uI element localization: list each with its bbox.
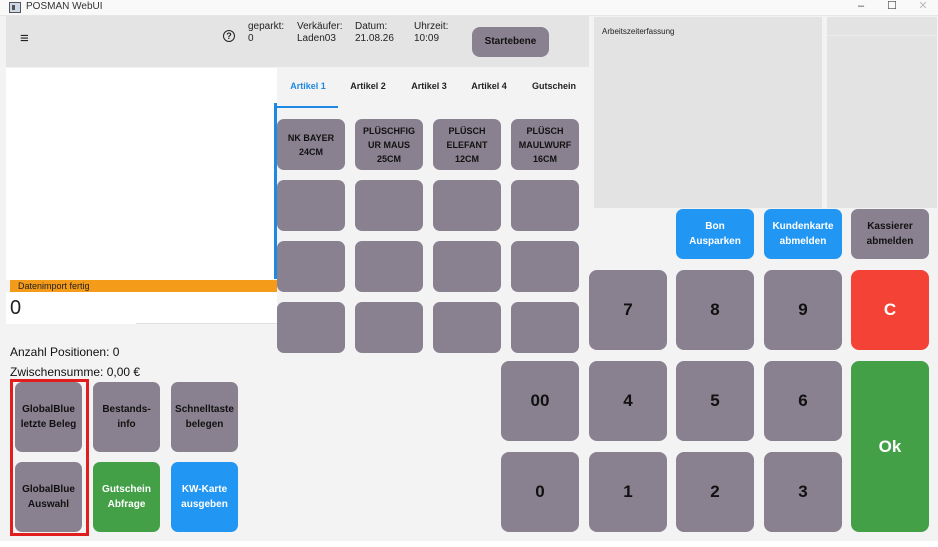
numpad-ok-button[interactable]: Ok: [851, 361, 929, 532]
article-button-empty[interactable]: [511, 241, 579, 292]
tab-artikel-3[interactable]: Artikel 3: [406, 81, 452, 91]
amount-display: 0: [6, 292, 277, 324]
button-label: Gutschein Abfrage: [102, 484, 151, 510]
article-button-empty[interactable]: [355, 302, 423, 353]
maximize-button[interactable]: ☐: [877, 0, 907, 15]
numpad-5-button[interactable]: 5: [676, 361, 754, 441]
article-button-empty[interactable]: [277, 180, 345, 231]
article-button-nk-bayer[interactable]: NK BAYER 24CM: [277, 119, 345, 170]
app-icon: [9, 2, 21, 13]
tab-gutschein[interactable]: Gutschein: [527, 81, 581, 91]
tab-artikel-2[interactable]: Artikel 2: [345, 81, 391, 91]
button-label: KW-Karte ausgeben: [181, 484, 228, 510]
article-button-empty[interactable]: [277, 241, 345, 292]
article-label: PLÜSCH ELEFANT 12CM: [446, 125, 488, 164]
side-panel: [827, 17, 937, 208]
bon-ausparken-button[interactable]: Bon Ausparken: [676, 209, 754, 259]
kundenkarte-abmelden-button[interactable]: Kundenkarte abmelden: [764, 209, 842, 259]
datum-label: Datum:: [355, 21, 388, 32]
status-bar: Datenimport fertig: [10, 280, 277, 292]
highlight-frame: [10, 379, 89, 536]
article-button-pluesch-maulwurf[interactable]: PLÜSCH MAULWURF 16CM: [511, 119, 579, 170]
help-icon[interactable]: ?: [223, 30, 235, 42]
arbeitszeit-title: Arbeitszeiterfassung: [602, 27, 675, 36]
startebene-button[interactable]: Startebene: [472, 27, 549, 57]
subtotal: Zwischensumme: 0,00 €: [10, 365, 141, 379]
menu-icon[interactable]: ≡: [20, 30, 29, 47]
datum-value: 21.08.26: [355, 33, 394, 44]
article-label: PLÜSCHFIG UR MAUS 25CM: [362, 125, 415, 164]
article-button-empty[interactable]: [433, 241, 501, 292]
tab-artikel-1[interactable]: Artikel 1: [285, 81, 331, 91]
bestandsinfo-button[interactable]: Bestands- info: [93, 382, 160, 452]
uhrzeit-value: 10:09: [414, 33, 440, 44]
geparkt-label: geparkt:: [248, 21, 285, 32]
tab-artikel-4[interactable]: Artikel 4: [466, 81, 512, 91]
window-title: POSMAN WebUI: [26, 1, 103, 12]
verkaeufer-value: Laden03: [297, 33, 336, 44]
article-button-plueschfigur-maus[interactable]: PLÜSCHFIG UR MAUS 25CM: [355, 119, 423, 170]
article-label: NK BAYER 24CM: [287, 132, 335, 157]
numpad-7-button[interactable]: 7: [589, 270, 667, 350]
amount-underline: [136, 323, 277, 324]
kw-karte-ausgeben-button[interactable]: KW-Karte ausgeben: [171, 462, 238, 532]
numpad-clear-button[interactable]: C: [851, 270, 929, 350]
article-button-pluesch-elefant[interactable]: PLÜSCH ELEFANT 12CM: [433, 119, 501, 170]
button-label: Kundenkarte abmelden: [772, 221, 834, 247]
schnelltaste-belegen-button[interactable]: Schnelltaste belegen: [171, 382, 238, 452]
kassierer-abmelden-button[interactable]: Kassierer abmelden: [851, 209, 929, 259]
posman-window: POSMAN WebUI – ☐ ✕ ≡ ? geparkt: 0 Verkäu…: [0, 0, 938, 547]
uhrzeit-label: Uhrzeit:: [414, 21, 449, 32]
header-bar: ≡ ? geparkt: 0 Verkäufer: Laden03 Datum:…: [6, 16, 589, 67]
minimize-button[interactable]: –: [846, 0, 876, 15]
numpad-1-button[interactable]: 1: [589, 452, 667, 532]
close-button[interactable]: ✕: [908, 0, 938, 15]
active-tab-indicator: [276, 106, 338, 108]
uhrzeit-info: Uhrzeit: 10:09: [414, 21, 448, 45]
numpad-0-button[interactable]: 0: [501, 452, 579, 532]
receipt-area: [6, 68, 277, 280]
article-button-empty[interactable]: [277, 302, 345, 353]
amount-value: 0: [10, 297, 22, 319]
geparkt-value: 0: [248, 33, 254, 44]
article-button-empty[interactable]: [433, 302, 501, 353]
article-button-empty[interactable]: [355, 180, 423, 231]
numpad-2-button[interactable]: 2: [676, 452, 754, 532]
datum-info: Datum: 21.08.26: [355, 21, 394, 45]
bottom-strip: [0, 541, 938, 547]
numpad-3-button[interactable]: 3: [764, 452, 842, 532]
article-button-empty[interactable]: [511, 302, 579, 353]
numpad-00-button[interactable]: 00: [501, 361, 579, 441]
title-bar: POSMAN WebUI – ☐ ✕: [0, 0, 938, 16]
button-label: Kassierer abmelden: [866, 221, 914, 247]
gutschein-abfrage-button[interactable]: Gutschein Abfrage: [93, 462, 160, 532]
numpad-9-button[interactable]: 9: [764, 270, 842, 350]
article-button-empty[interactable]: [511, 180, 579, 231]
button-label: Bestands- info: [102, 404, 151, 430]
article-label: PLÜSCH MAULWURF 16CM: [518, 125, 572, 164]
verkaeufer-label: Verkäufer:: [297, 21, 343, 32]
article-button-empty[interactable]: [433, 180, 501, 231]
numpad-4-button[interactable]: 4: [589, 361, 667, 441]
article-tabs: Artikel 1 Artikel 2 Artikel 3 Artikel 4 …: [277, 68, 588, 107]
numpad-8-button[interactable]: 8: [676, 270, 754, 350]
verkaeufer-info: Verkäufer: Laden03: [297, 21, 343, 45]
button-label: Bon Ausparken: [689, 221, 741, 247]
geparkt-info: geparkt: 0: [248, 21, 284, 45]
positions-count: Anzahl Positionen: 0: [10, 345, 120, 359]
button-label: Schnelltaste belegen: [175, 404, 234, 430]
article-button-empty[interactable]: [355, 241, 423, 292]
arbeitszeit-panel: Arbeitszeiterfassung: [594, 17, 822, 208]
numpad-6-button[interactable]: 6: [764, 361, 842, 441]
